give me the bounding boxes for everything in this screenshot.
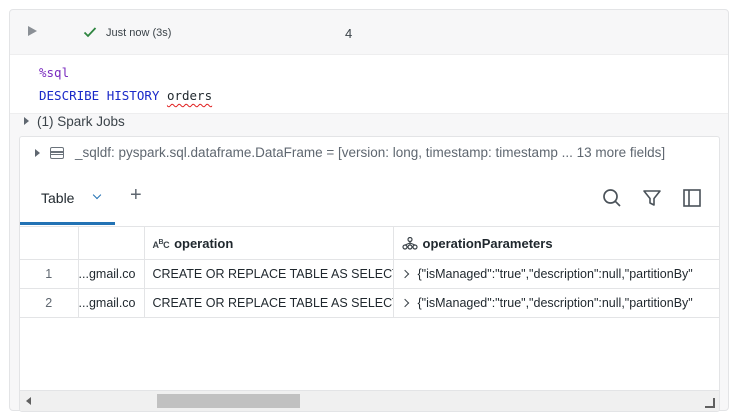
sql-keywords: DESCRIBE HISTORY xyxy=(39,88,160,103)
scrollbar-thumb[interactable] xyxy=(157,394,300,408)
user-cell[interactable]: gmail.co... xyxy=(78,288,145,318)
row-number-header xyxy=(20,227,79,260)
output-panel: _sqldf: pyspark.sql.dataframe.DataFrame … xyxy=(19,136,720,412)
table-header-row: ABC operation operationParameters xyxy=(20,227,719,260)
struct-type-icon xyxy=(401,236,418,250)
spark-jobs-toggle[interactable]: (1) Spark Jobs xyxy=(24,114,125,129)
add-visualization-button[interactable]: + xyxy=(130,184,142,207)
parameters-cell[interactable]: {"isManaged":"true","description":null,"… xyxy=(393,288,719,318)
table-row: 2 gmail.co... CREATE OR REPLACE TABLE AS… xyxy=(20,288,719,318)
code-line-magic: %sql xyxy=(39,65,70,80)
filter-icon[interactable] xyxy=(642,188,662,208)
code-line-query: DESCRIBE HISTORY orders xyxy=(39,88,212,103)
column-header-operation-label: operation xyxy=(174,235,234,251)
spark-jobs-label: (1) Spark Jobs xyxy=(37,114,125,129)
expand-caret-icon xyxy=(35,149,40,157)
table-row: 1 gmail.co... CREATE OR REPLACE TABLE AS… xyxy=(20,259,719,289)
notebook-cell: Just now (3s) 4 %sql DESCRIBE HISTORY or… xyxy=(9,9,729,412)
search-icon[interactable] xyxy=(602,188,622,208)
table-icon xyxy=(50,147,64,159)
user-cell[interactable]: gmail.co... xyxy=(78,259,145,289)
tab-table[interactable]: Table xyxy=(20,170,115,225)
parameters-value: {"isManaged":"true","description":null,"… xyxy=(417,267,693,281)
expand-caret-icon xyxy=(24,117,29,125)
table-identifier: orders xyxy=(166,88,213,103)
side-panel-icon[interactable] xyxy=(682,188,702,208)
chevron-right-icon[interactable] xyxy=(400,269,409,279)
row-number: 2 xyxy=(20,288,79,318)
run-cell-button[interactable] xyxy=(28,26,37,36)
command-bar: Just now (3s) 4 xyxy=(10,10,728,54)
string-type-icon: ABC xyxy=(152,238,170,250)
column-header-user[interactable] xyxy=(78,227,145,260)
parameters-value: {"isManaged":"true","description":null,"… xyxy=(417,296,693,310)
dataframe-summary-row[interactable]: _sqldf: pyspark.sql.dataframe.DataFrame … xyxy=(20,137,719,170)
operation-cell[interactable]: CREATE OR REPLACE TABLE AS SELECT xyxy=(144,288,394,318)
success-check-icon xyxy=(83,27,97,38)
cell-number: 4 xyxy=(345,26,353,41)
chevron-down-icon[interactable] xyxy=(92,190,102,200)
parameters-cell[interactable]: {"isManaged":"true","description":null,"… xyxy=(393,259,719,289)
code-editor[interactable]: %sql DESCRIBE HISTORY orders xyxy=(10,54,728,114)
operation-cell[interactable]: CREATE OR REPLACE TABLE AS SELECT xyxy=(144,259,394,289)
dataframe-summary: _sqldf: pyspark.sql.dataframe.DataFrame … xyxy=(75,145,666,160)
chevron-right-icon[interactable] xyxy=(400,298,409,308)
column-header-operation-parameters-label: operationParameters xyxy=(422,235,553,251)
results-table: ABC operation operationParameters 1 gmail… xyxy=(20,227,719,318)
resize-handle-icon[interactable] xyxy=(705,398,715,408)
run-status-text: Just now (3s) xyxy=(106,27,172,39)
row-number: 1 xyxy=(20,259,79,289)
tab-table-label: Table xyxy=(41,190,75,206)
column-header-operation-parameters[interactable]: operationParameters xyxy=(393,227,719,260)
scroll-left-arrow-icon[interactable] xyxy=(26,397,31,405)
results-tab-bar: Table + xyxy=(20,170,719,227)
column-header-operation[interactable]: ABC operation xyxy=(144,227,394,260)
horizontal-scrollbar[interactable] xyxy=(20,390,719,411)
